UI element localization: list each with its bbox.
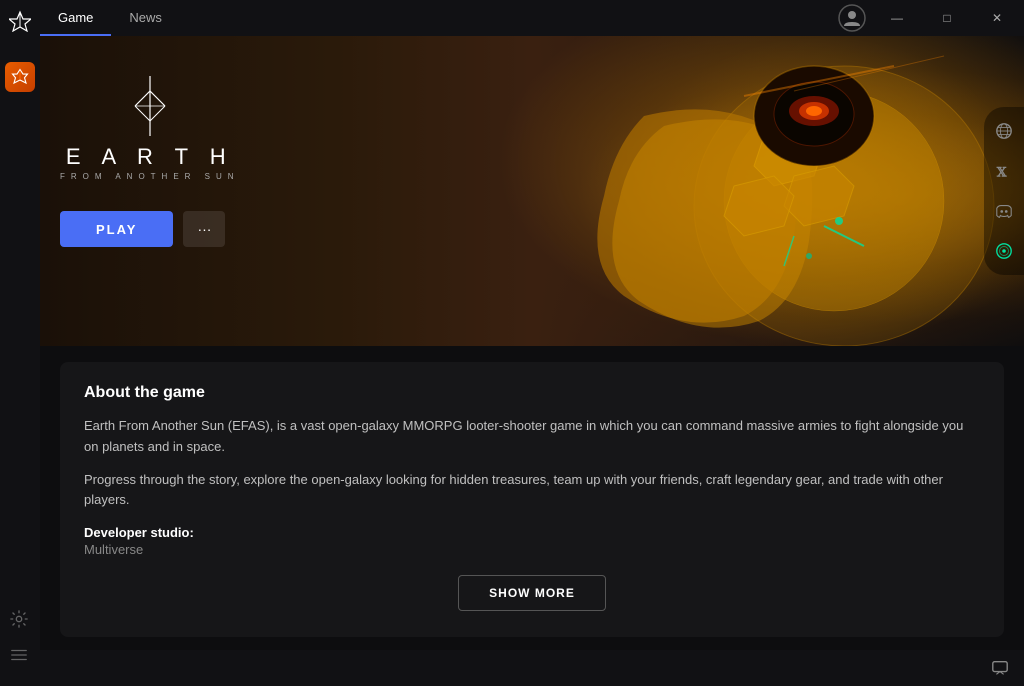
avatar-button[interactable] bbox=[834, 0, 870, 36]
settings-icon[interactable] bbox=[10, 610, 30, 630]
menu-icon[interactable] bbox=[10, 646, 30, 666]
earth-logo-icon bbox=[125, 76, 175, 136]
minimize-button[interactable]: — bbox=[874, 0, 920, 36]
social-icons: 𝕏 bbox=[984, 107, 1024, 275]
window-controls: — □ ✕ bbox=[834, 0, 1024, 36]
play-button[interactable]: PLAY bbox=[60, 211, 173, 247]
hero-background bbox=[444, 36, 1024, 346]
bottom-bar bbox=[40, 650, 1024, 686]
main-content: E A R T H FROM ANOTHER SUN PLAY ··· bbox=[40, 36, 1024, 686]
tab-game[interactable]: Game bbox=[40, 0, 111, 36]
tab-news[interactable]: News bbox=[111, 0, 180, 36]
chat-icon[interactable] bbox=[990, 237, 1018, 265]
game-title: E A R T H bbox=[66, 144, 234, 170]
feedback-icon[interactable] bbox=[986, 654, 1014, 682]
sidebar-bottom bbox=[10, 610, 30, 676]
twitter-icon[interactable]: 𝕏 bbox=[990, 157, 1018, 185]
sidebar bbox=[0, 0, 40, 686]
about-title: About the game bbox=[84, 384, 980, 402]
game-subtitle: FROM ANOTHER SUN bbox=[60, 172, 240, 181]
developer-label: Developer studio: bbox=[84, 525, 980, 540]
titlebar: Game News — □ ✕ bbox=[40, 0, 1024, 36]
sidebar-game-item[interactable] bbox=[5, 62, 35, 92]
sidebar-logo[interactable] bbox=[9, 10, 31, 32]
about-paragraph-1: Earth From Another Sun (EFAS), is a vast… bbox=[84, 416, 980, 458]
about-section: About the game Earth From Another Sun (E… bbox=[60, 362, 1004, 637]
globe-icon[interactable] bbox=[990, 117, 1018, 145]
discord-icon[interactable] bbox=[990, 197, 1018, 225]
hero-actions: PLAY ··· bbox=[60, 211, 240, 247]
hero-section: E A R T H FROM ANOTHER SUN PLAY ··· bbox=[40, 36, 1024, 346]
show-more-button[interactable]: SHOW MORE bbox=[458, 575, 606, 611]
about-paragraph-2: Progress through the story, explore the … bbox=[84, 470, 980, 512]
maximize-button[interactable]: □ bbox=[924, 0, 970, 36]
svg-text:𝕏: 𝕏 bbox=[996, 165, 1008, 179]
close-button[interactable]: ✕ bbox=[974, 0, 1020, 36]
game-logo: E A R T H FROM ANOTHER SUN bbox=[60, 76, 240, 181]
developer-value: Multiverse bbox=[84, 542, 980, 557]
more-options-button[interactable]: ··· bbox=[183, 211, 225, 247]
hero-content: E A R T H FROM ANOTHER SUN PLAY ··· bbox=[60, 76, 240, 247]
